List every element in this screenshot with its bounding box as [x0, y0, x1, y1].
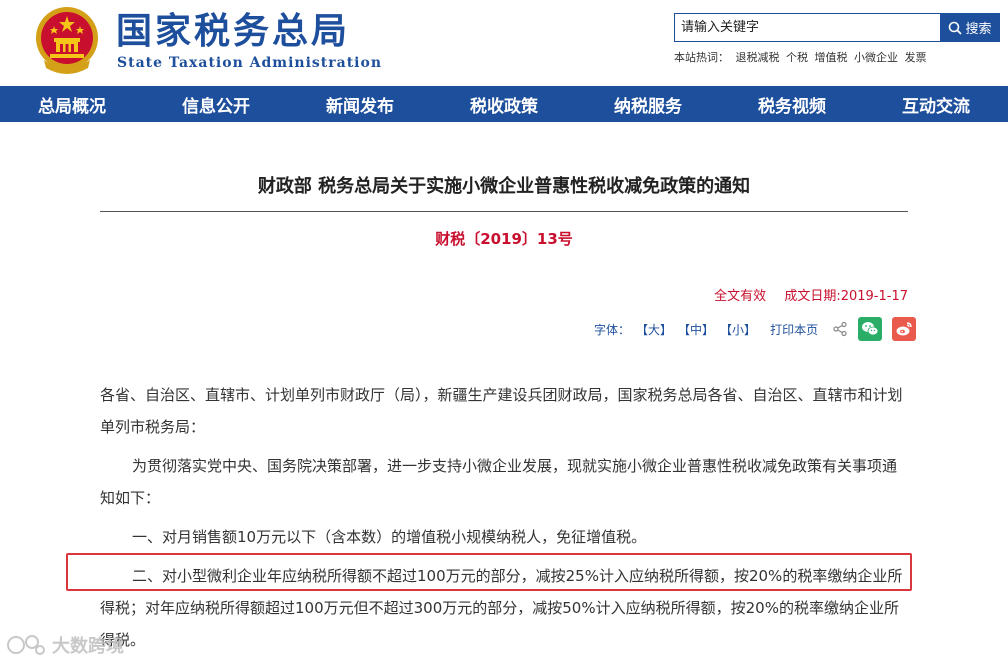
article-title: 财政部 税务总局关于实施小微企业普惠性税收减免政策的通知: [257, 176, 751, 197]
hot-word-link[interactable]: 发票: [905, 51, 927, 64]
font-medium-button[interactable]: 【中】: [678, 321, 714, 338]
document-number: 财税〔2019〕13号: [435, 230, 573, 248]
article-tools: 字体： 【大】 【中】 【小】 打印本页: [594, 316, 917, 342]
site-title[interactable]: 国家税务总局: [116, 12, 350, 52]
hot-word-link[interactable]: 增值税: [815, 51, 848, 64]
nav-item-interaction[interactable]: 互动交流: [864, 86, 1008, 122]
search-button-label: 搜索: [965, 21, 992, 36]
article-meta: 全文有效 成文日期:2019-1-17: [714, 285, 908, 304]
print-button[interactable]: 打印本页: [770, 321, 818, 338]
validity-status: 全文有效: [714, 289, 767, 304]
nav-item-info-disclosure[interactable]: 信息公开: [144, 86, 288, 122]
search-box: [674, 13, 940, 42]
hot-word-link[interactable]: 个税: [786, 51, 808, 64]
search-icon: [949, 21, 963, 35]
title-divider: [100, 211, 908, 212]
font-large-button[interactable]: 【大】: [636, 321, 672, 338]
article-paragraph: 一、对月销售额10万元以下（含本数）的增值税小规模纳税人，免征增值税。: [132, 528, 647, 546]
hot-word-link[interactable]: 退税减税: [736, 51, 780, 64]
hot-word-link[interactable]: 小微企业: [854, 51, 898, 64]
issue-date: 成文日期:2019-1-17: [784, 289, 908, 304]
search-input[interactable]: [675, 14, 940, 41]
article-paragraph: 为贯彻落实党中央、国务院决策部署，进一步支持小微企业发展，现就实施小微企业普惠性…: [100, 457, 898, 507]
site-header: 国家税务总局 State Taxation Administration 搜索 …: [0, 0, 1008, 86]
search-button[interactable]: 搜索: [940, 13, 1000, 42]
article-paragraph: 各省、自治区、直辖市、计划单列市财政厅（局），新疆生产建设兵团财政局，国家税务总…: [100, 386, 903, 436]
nav-item-tax-policy[interactable]: 税收政策: [432, 86, 576, 122]
font-size-label: 字体：: [594, 322, 631, 337]
highlight-annotation-box: [66, 553, 912, 591]
hot-words-label: 本站热词：: [674, 51, 729, 64]
site-subtitle: State Taxation Administration: [117, 55, 383, 71]
nav-item-overview[interactable]: 总局概况: [0, 86, 144, 122]
hot-words: 本站热词： 退税减税 个税 增值税 小微企业 发票: [674, 49, 930, 65]
nav-item-tax-service[interactable]: 纳税服务: [576, 86, 720, 122]
watermark-logo-icon: [7, 635, 45, 655]
font-small-button[interactable]: 【小】: [720, 321, 756, 338]
nav-item-tax-video[interactable]: 税务视频: [720, 86, 864, 122]
watermark-text: 大数跨境: [52, 636, 124, 657]
nav-item-news[interactable]: 新闻发布: [288, 86, 432, 122]
national-emblem-icon[interactable]: [34, 4, 100, 74]
share-icon[interactable]: [832, 321, 848, 337]
watermark: 大数跨境: [6, 632, 124, 658]
wechat-share-icon[interactable]: [858, 317, 883, 341]
main-nav: 总局概况 信息公开 新闻发布 税收政策 纳税服务 税务视频 互动交流: [0, 86, 1008, 122]
weibo-share-icon[interactable]: [892, 317, 917, 341]
